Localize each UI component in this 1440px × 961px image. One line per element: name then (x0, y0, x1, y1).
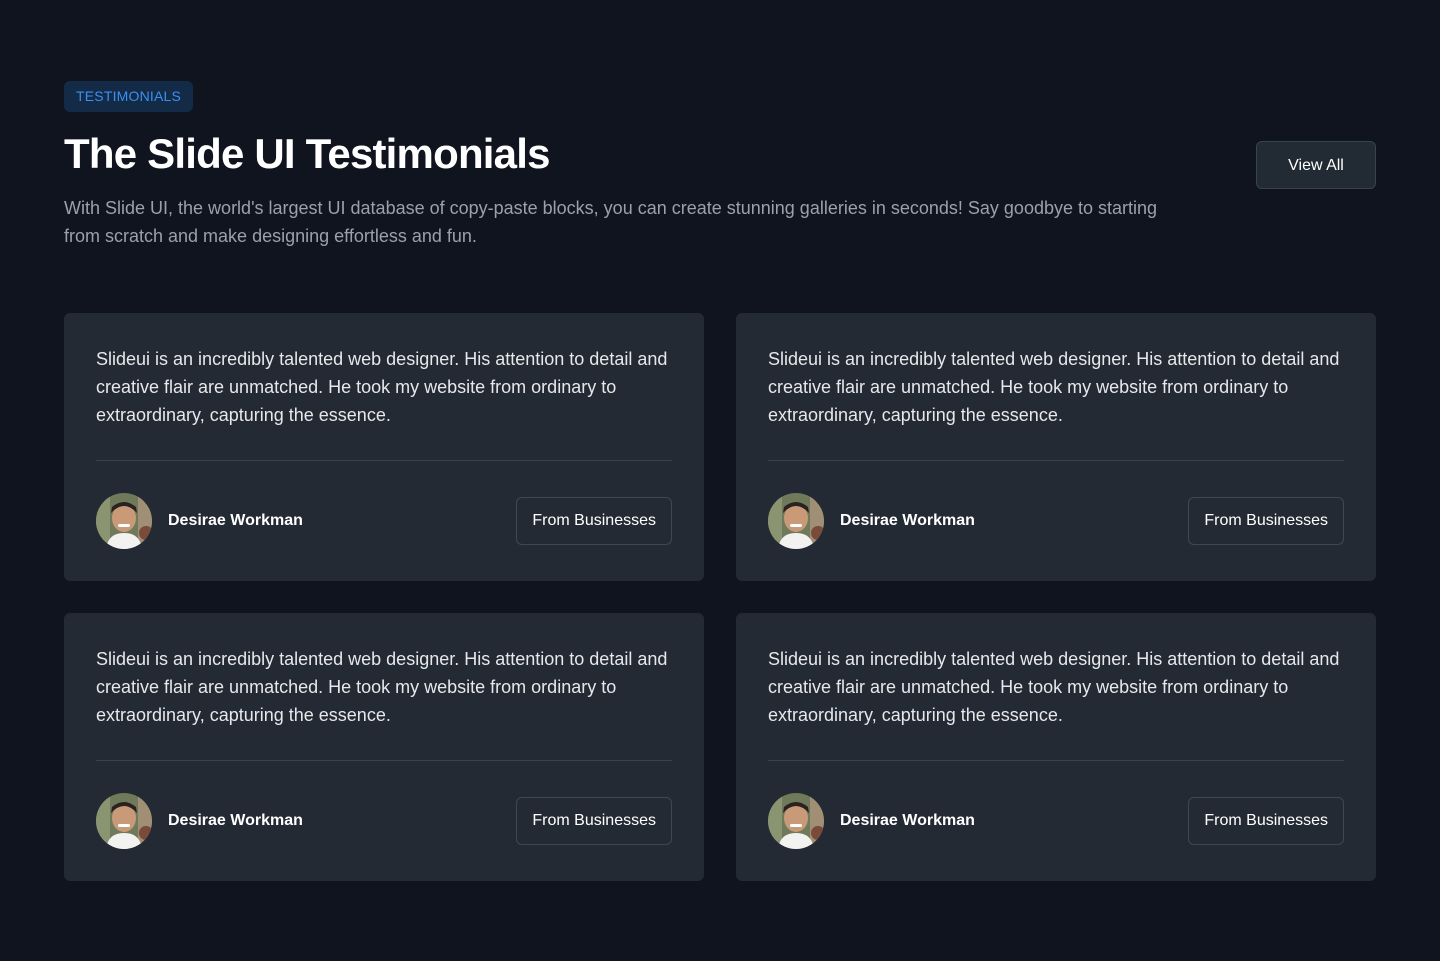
testimonial-quote: Slideui is an incredibly talented web de… (768, 349, 1340, 425)
from-businesses-button[interactable]: From Businesses (516, 797, 672, 845)
avatar (96, 493, 152, 549)
testimonial-card: Slideui is an incredibly talented web de… (64, 313, 704, 581)
author-name: Desirae Workman (168, 512, 303, 529)
avatar (768, 793, 824, 849)
from-businesses-button[interactable]: From Businesses (1188, 497, 1344, 545)
testimonial-quote: Slideui is an incredibly talented web de… (96, 349, 668, 425)
card-divider (96, 460, 672, 461)
author-name: Desirae Workman (168, 812, 303, 829)
testimonial-quote: Slideui is an incredibly talented web de… (768, 649, 1340, 725)
author-name: Desirae Workman (840, 512, 975, 529)
from-businesses-button[interactable]: From Businesses (1188, 797, 1344, 845)
from-businesses-button[interactable]: From Businesses (516, 497, 672, 545)
testimonial-card: Slideui is an incredibly talented web de… (736, 313, 1376, 581)
section-description: With Slide UI, the world's largest UI da… (64, 198, 1158, 246)
avatar (768, 493, 824, 549)
testimonial-author: Desirae Workman (768, 493, 975, 549)
testimonial-card: Slideui is an incredibly talented web de… (736, 613, 1376, 881)
testimonials-grid: Slideui is an incredibly talented web de… (64, 313, 1376, 881)
card-divider (768, 760, 1344, 761)
page-title: The Slide UI Testimonials (64, 130, 550, 177)
testimonial-card: Slideui is an incredibly talented web de… (64, 613, 704, 881)
card-divider (768, 460, 1344, 461)
card-divider (96, 760, 672, 761)
testimonial-author: Desirae Workman (96, 793, 303, 849)
section-badge: TESTIMONIALS (64, 81, 194, 112)
testimonial-author: Desirae Workman (768, 793, 975, 849)
testimonial-author: Desirae Workman (96, 493, 303, 549)
testimonial-quote: Slideui is an incredibly talented web de… (96, 649, 668, 725)
view-all-button[interactable]: View All (1256, 141, 1376, 189)
avatar (96, 793, 152, 849)
author-name: Desirae Workman (840, 812, 975, 829)
